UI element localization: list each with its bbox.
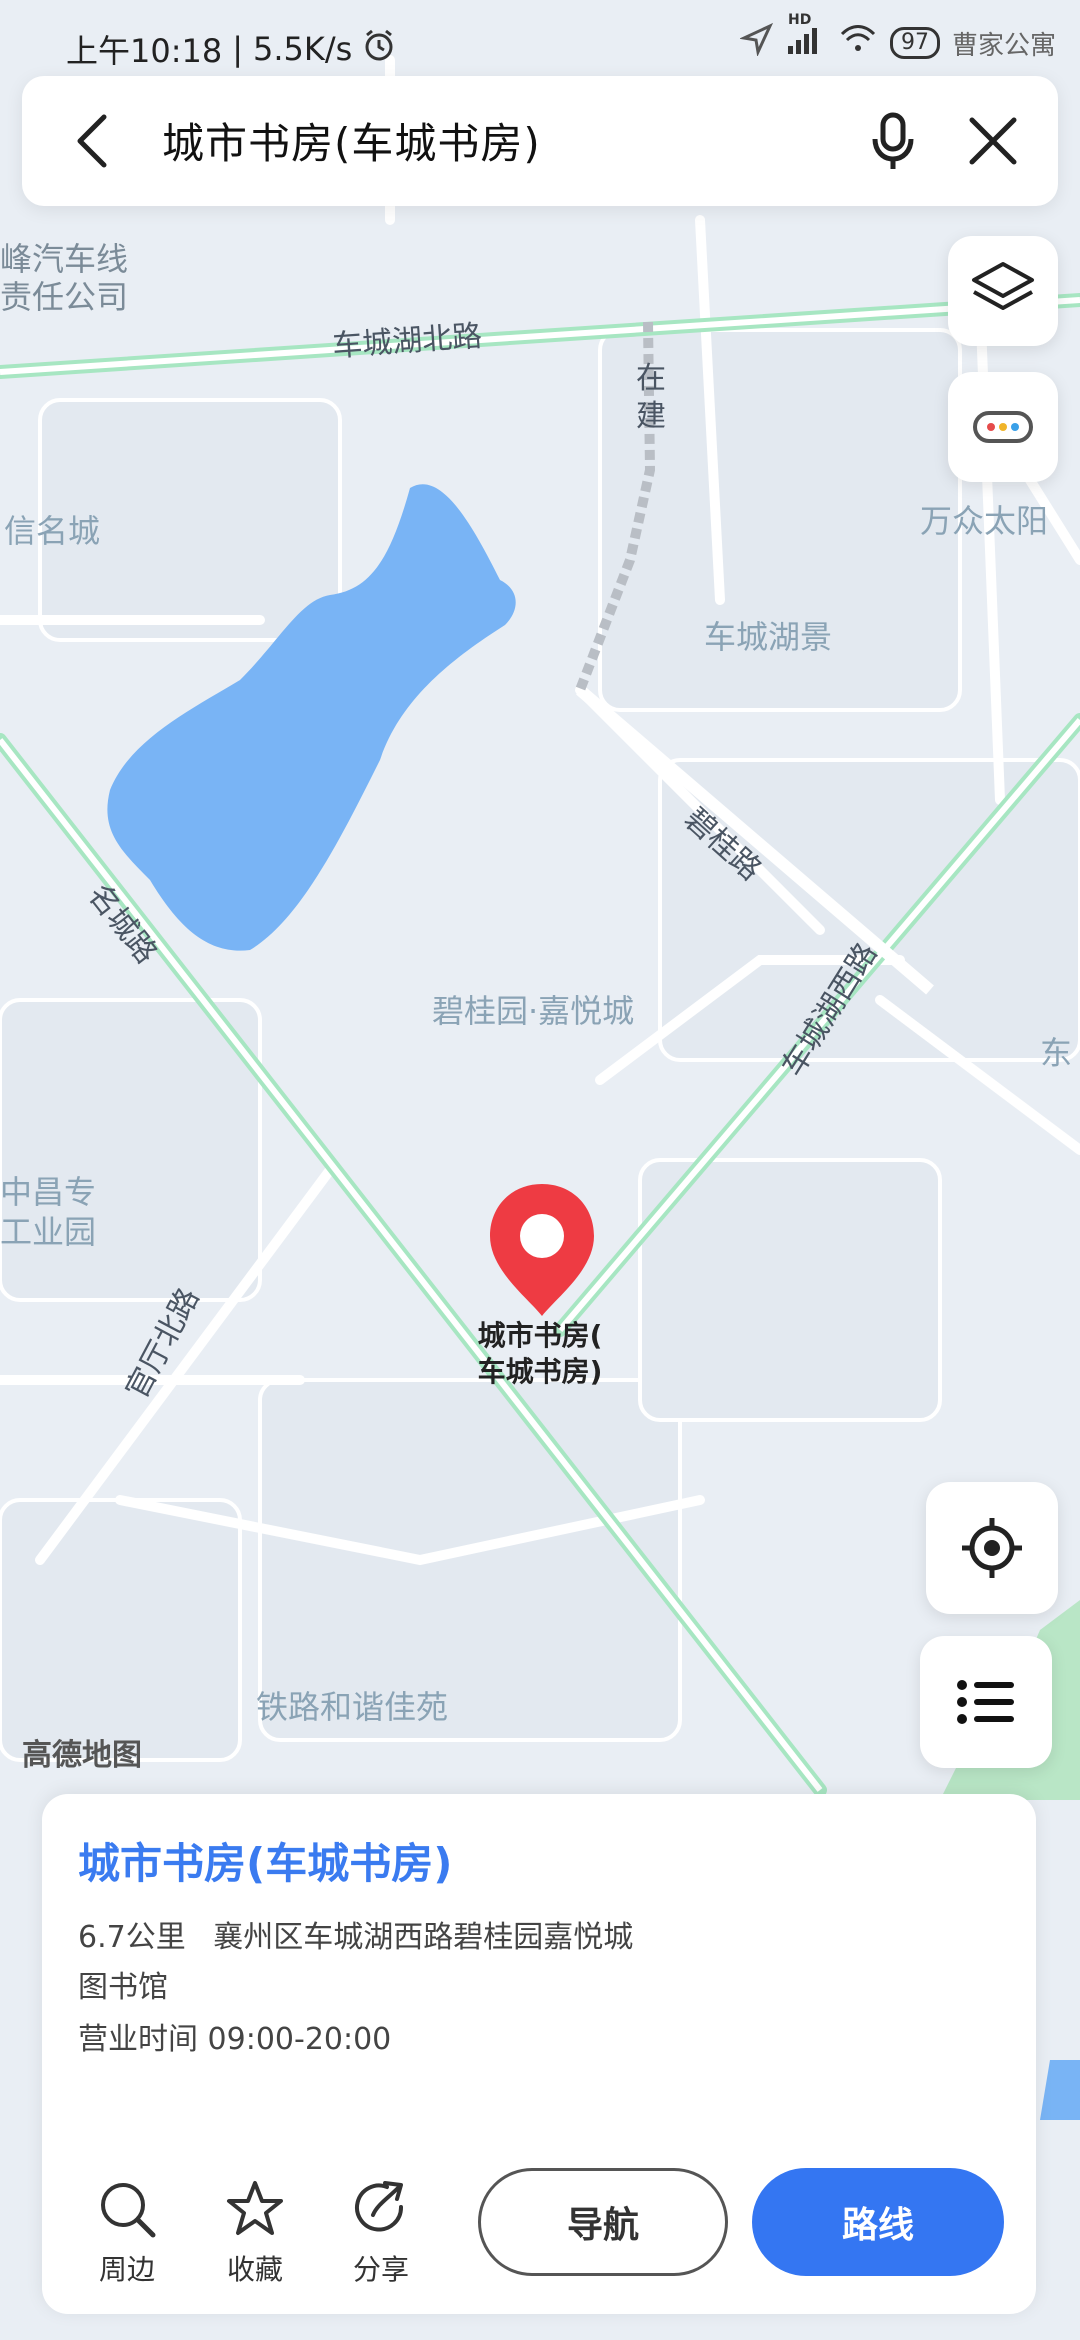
map-watermark: 高德地图 bbox=[22, 1738, 142, 1773]
place-hours: 营业时间 09:00-20:00 bbox=[78, 2022, 392, 2057]
more-icon bbox=[973, 411, 1033, 443]
search-icon bbox=[101, 2183, 156, 2238]
status-bar: 上午10:18 | 5.5K/s HD 97 曹家公寓 bbox=[0, 0, 1080, 80]
back-icon bbox=[77, 114, 107, 168]
pin-label: 城市书房( 车城书房) bbox=[477, 1319, 603, 1388]
pin-icon bbox=[490, 1184, 594, 1316]
close-icon bbox=[969, 117, 1017, 165]
map-label-chechenghujing: 车城湖景 bbox=[704, 618, 833, 656]
voice-search-button[interactable] bbox=[858, 106, 928, 176]
nearby-button[interactable]: 周边 bbox=[82, 2174, 172, 2288]
search-bar[interactable]: 城市书房(车城书房) bbox=[22, 76, 1058, 206]
favorite-label: 收藏 bbox=[226, 2253, 283, 2286]
map-label-wanzhong: 万众太阳 bbox=[920, 502, 1049, 540]
place-category: 图书馆 bbox=[78, 1970, 168, 2005]
place-distance: 6.7公里 bbox=[78, 1920, 186, 1955]
map-label-xinming: 信名城 bbox=[4, 512, 101, 550]
status-divider: | bbox=[232, 30, 244, 68]
clear-search-button[interactable] bbox=[958, 106, 1028, 176]
layers-button[interactable] bbox=[948, 236, 1058, 346]
navigate-button[interactable]: 导航 bbox=[478, 2168, 728, 2276]
star-icon bbox=[227, 2181, 283, 2235]
status-overlay-text: 曹家公寓 bbox=[951, 30, 1056, 61]
wifi-icon bbox=[838, 22, 878, 64]
mic-icon bbox=[872, 112, 914, 169]
place-distance-address: 6.7公里 襄州区车城湖西路碧桂园嘉悦城 bbox=[78, 1912, 633, 1956]
back-button[interactable] bbox=[62, 106, 122, 176]
map-label-tielu: 铁路和谐佳苑 bbox=[256, 1688, 449, 1726]
locate-me-button[interactable] bbox=[926, 1482, 1058, 1614]
search-query-text[interactable]: 城市书房(车城书房) bbox=[162, 110, 541, 171]
map-label-company: 峰汽车线 责任公司 bbox=[0, 240, 129, 316]
map-label-dong: 东 bbox=[1040, 1034, 1073, 1072]
screen: 峰汽车线 责任公司 信名城 万众太阳 车城湖景 碧桂园·嘉悦城 东 中昌专 工业… bbox=[0, 0, 1080, 2340]
list-view-button[interactable] bbox=[920, 1636, 1052, 1768]
place-address: 襄州区车城湖西路碧桂园嘉悦城 bbox=[213, 1920, 634, 1955]
share-button[interactable]: 分享 bbox=[336, 2174, 426, 2288]
status-speed: 5.5K/s bbox=[253, 30, 353, 68]
share-icon bbox=[355, 2181, 404, 2232]
map-label-biguiyuan: 碧桂园·嘉悦城 bbox=[432, 992, 635, 1030]
route-button[interactable]: 路线 bbox=[752, 2168, 1004, 2276]
battery-indicator: 97 bbox=[889, 27, 940, 59]
location-arrow-icon bbox=[738, 22, 774, 64]
status-time: 上午10:18 bbox=[66, 32, 223, 70]
list-icon bbox=[957, 1680, 1014, 1724]
share-label: 分享 bbox=[352, 2253, 409, 2286]
more-tools-button[interactable] bbox=[948, 372, 1058, 482]
alarm-icon bbox=[362, 28, 396, 70]
network-type-label: HD bbox=[787, 12, 812, 28]
layers-icon bbox=[972, 262, 1034, 310]
map-label-changzhuan: 中昌专 工业园 bbox=[0, 1173, 97, 1251]
road-label-zaijian: 在建 bbox=[636, 361, 666, 434]
favorite-button[interactable]: 收藏 bbox=[210, 2174, 300, 2288]
place-title[interactable]: 城市书房(车城书房) bbox=[78, 1830, 452, 1891]
locate-icon bbox=[962, 1518, 1022, 1578]
signal-icon: HD bbox=[786, 12, 826, 64]
location-pin[interactable] bbox=[484, 1180, 600, 1320]
nearby-label: 周边 bbox=[98, 2253, 155, 2286]
place-detail-card[interactable]: 城市书房(车城书房) 6.7公里 襄州区车城湖西路碧桂园嘉悦城 图书馆 营业时间… bbox=[42, 1794, 1036, 2314]
